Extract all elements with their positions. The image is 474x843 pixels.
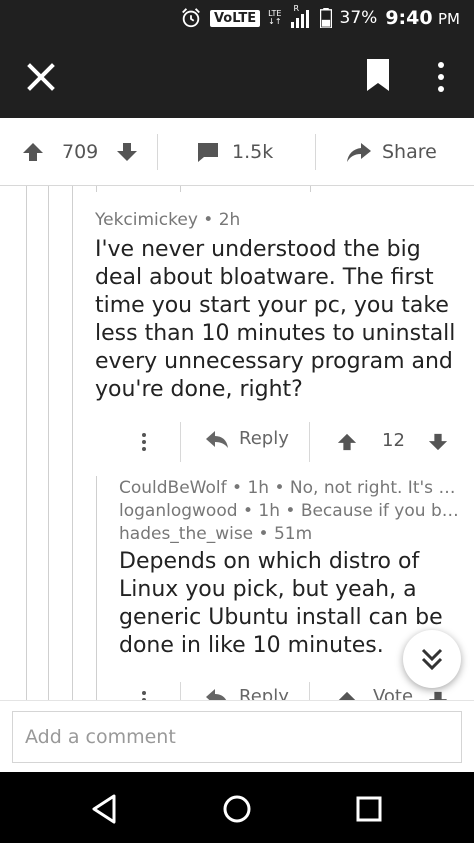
overflow-menu-icon[interactable] — [430, 60, 452, 94]
reply-icon — [206, 430, 228, 448]
thread-rail — [310, 186, 311, 192]
lte-arrows: ↓↑ — [268, 17, 282, 26]
reply-preview: No, not right. It's no... — [289, 478, 464, 498]
reply-icon — [206, 688, 227, 700]
clock: 9:40 PM — [385, 7, 460, 29]
upvote-icon[interactable] — [337, 690, 357, 700]
double-chevron-down-icon — [421, 648, 443, 671]
status-icons: VoLTE LTE ↓↑ R 37% 9:40 PM — [180, 0, 460, 36]
reply-author: CouldBeWolf — [119, 478, 227, 498]
comment-author[interactable]: Yekcimickey — [95, 210, 198, 230]
reply-preview: Because if you buy... — [300, 501, 464, 521]
comment-score: 12 — [382, 430, 405, 451]
comment-author[interactable]: hades_the_wise — [119, 524, 253, 544]
comments-button[interactable]: 1.5k — [196, 118, 273, 186]
thread-rail — [26, 186, 27, 700]
vote-label: Vote — [373, 686, 414, 700]
status-bar: VoLTE LTE ↓↑ R 37% 9:40 PM — [0, 0, 474, 36]
next-comment-button[interactable] — [403, 630, 461, 688]
signal-group: R — [290, 4, 312, 28]
reply-button[interactable]: Reply — [205, 428, 289, 449]
comment-age: 51m — [273, 524, 313, 544]
divider — [157, 134, 158, 170]
battery-percent: 37% — [339, 8, 378, 28]
thread-rail — [96, 476, 97, 700]
share-icon — [347, 143, 371, 162]
meta-separator: • — [258, 524, 274, 544]
roaming-indicator: R — [293, 4, 300, 13]
thread-rail — [72, 186, 73, 700]
clock-ampm: PM — [438, 10, 460, 28]
reply-button[interactable]: Reply — [205, 686, 289, 700]
thread-rail — [48, 186, 49, 700]
system-nav-bar — [0, 772, 474, 843]
upvote-icon[interactable] — [22, 141, 44, 163]
post-score: 709 — [62, 141, 99, 163]
recents-icon[interactable] — [352, 792, 386, 826]
lte-indicator: LTE ↓↑ — [268, 10, 281, 26]
more-options-icon[interactable] — [141, 690, 147, 700]
comment-meta: Yekcimickey • 2h — [95, 210, 240, 230]
meta-separator: • — [242, 501, 259, 521]
meta-separator: • — [285, 501, 301, 521]
comment-count: 1.5k — [232, 141, 274, 163]
comment-thread[interactable]: Yekcimickey • 2h I've never understood t… — [0, 186, 474, 700]
comment-bar — [0, 700, 474, 772]
meta-separator: • — [274, 478, 290, 498]
meta-separator: • — [232, 478, 248, 498]
downvote-icon[interactable] — [116, 141, 138, 163]
more-options-icon[interactable] — [141, 432, 147, 452]
thread-rail — [180, 186, 181, 192]
alarm-icon — [182, 8, 200, 28]
post-action-row: 709 1.5k Share — [0, 118, 474, 186]
battery-icon — [319, 8, 332, 28]
reply-label: Reply — [239, 686, 289, 700]
close-icon[interactable] — [24, 60, 58, 94]
comment-action-row: Reply Vote — [95, 682, 474, 700]
app-bar — [0, 36, 474, 118]
divider — [180, 422, 181, 462]
collapsed-reply[interactable]: CouldBeWolf • 1h • No, not right. It's n… — [119, 478, 464, 498]
reply-author: loganlogwood — [119, 501, 238, 521]
comment-body: I've never understood the big deal about… — [95, 237, 456, 402]
share-button[interactable]: Share — [346, 118, 437, 186]
post-vote-group: 709 — [22, 118, 138, 186]
collapsed-reply[interactable]: loganlogwood • 1h • Because if you buy..… — [119, 501, 464, 521]
clock-time: 9:40 — [385, 7, 433, 29]
divider — [180, 682, 181, 700]
back-icon[interactable] — [88, 792, 122, 826]
meta-separator: • — [203, 210, 219, 230]
comment-meta: hades_the_wise • 51m — [119, 524, 464, 544]
divider — [309, 682, 310, 700]
home-icon[interactable] — [220, 792, 254, 826]
bookmark-icon[interactable] — [366, 58, 390, 92]
downvote-icon[interactable] — [428, 690, 448, 700]
reply-label: Reply — [239, 428, 289, 449]
thread-rail — [96, 186, 97, 192]
reply-age: 1h — [258, 501, 280, 521]
add-comment-input[interactable] — [12, 711, 462, 763]
upvote-icon[interactable] — [337, 432, 357, 452]
divider — [309, 422, 310, 462]
comment-age: 2h — [218, 210, 241, 230]
volte-badge: VoLTE — [209, 9, 261, 27]
downvote-icon[interactable] — [428, 432, 448, 452]
divider — [315, 134, 316, 170]
comment-action-row: Reply 12 — [95, 422, 474, 462]
reply-age: 1h — [247, 478, 270, 498]
share-label: Share — [382, 141, 437, 163]
comment-icon — [198, 143, 218, 162]
